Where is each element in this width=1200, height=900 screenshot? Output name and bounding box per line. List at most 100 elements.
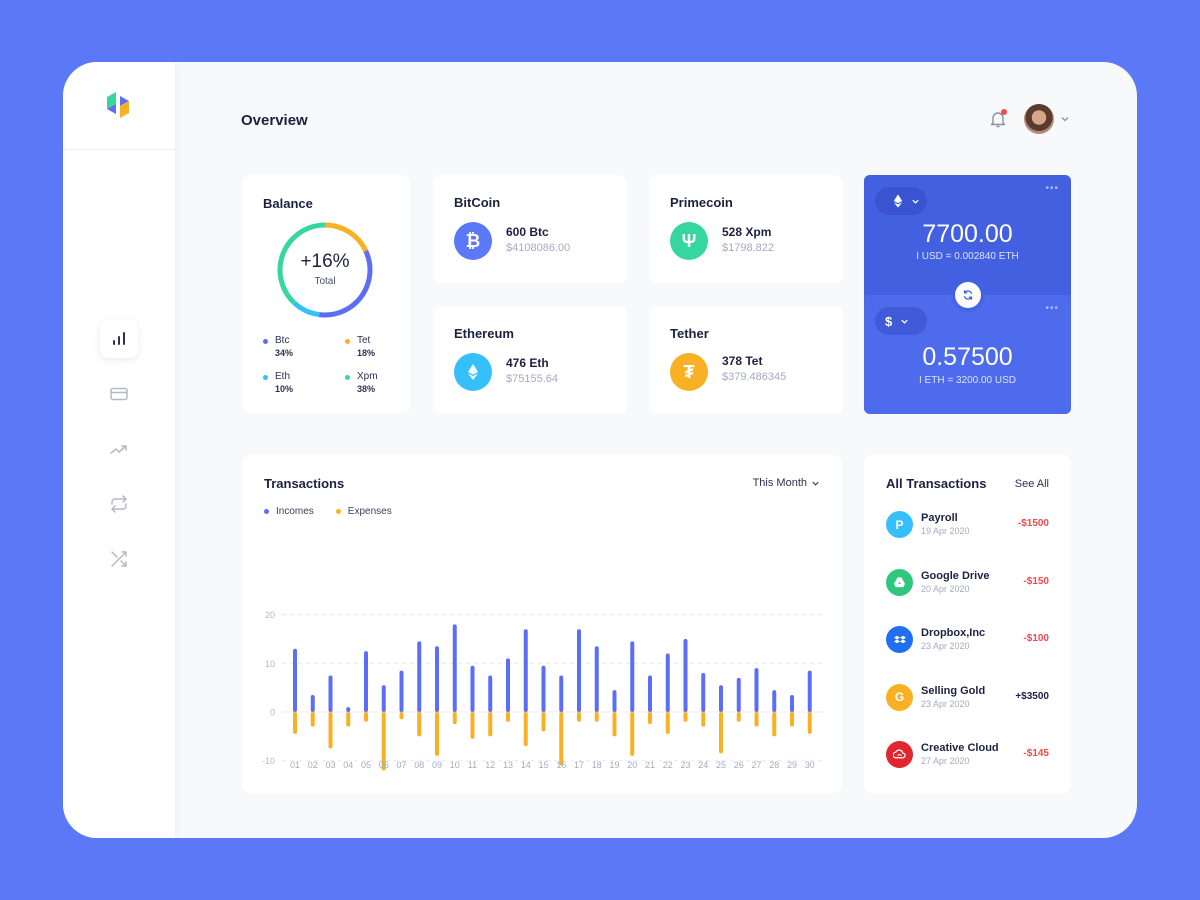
income-bar[interactable] <box>470 665 475 712</box>
income-bar[interactable] <box>328 675 333 712</box>
expense-bar[interactable] <box>736 712 741 722</box>
income-bar[interactable] <box>523 629 528 712</box>
sidebar-item-exchange[interactable] <box>100 485 138 523</box>
income-bar[interactable] <box>364 651 368 712</box>
coin-card-bitcoin[interactable]: BitCoin ₿ 600 Btc $4108086.00 <box>433 175 627 283</box>
expense-bar[interactable] <box>612 712 617 737</box>
expense-bar[interactable] <box>399 712 404 720</box>
income-bar[interactable] <box>381 685 386 712</box>
from-currency-select[interactable] <box>875 187 927 215</box>
expense-bar[interactable] <box>488 712 493 737</box>
expense-bar[interactable] <box>346 712 351 727</box>
sidebar-item-analytics[interactable] <box>100 320 138 358</box>
income-bar[interactable] <box>648 675 652 712</box>
income-bar[interactable] <box>683 638 688 712</box>
income-bar[interactable] <box>754 668 759 712</box>
expense-bar[interactable] <box>293 712 297 734</box>
repeat-icon <box>111 495 127 513</box>
user-menu-chevron-icon[interactable] <box>1060 114 1070 124</box>
see-all-link[interactable]: See All <box>1015 478 1049 490</box>
x-tick-label: 23 <box>680 760 690 770</box>
logo-icon[interactable] <box>101 88 135 122</box>
expense-bar[interactable] <box>541 712 546 732</box>
expense-bar[interactable] <box>452 712 457 725</box>
income-bar[interactable] <box>559 675 564 712</box>
expense-bar[interactable] <box>523 712 528 747</box>
expense-bar[interactable] <box>470 712 475 739</box>
transaction-row[interactable]: P Payroll 19 Apr 2020 -$1500 <box>886 511 1049 569</box>
income-bar[interactable] <box>719 685 723 712</box>
income-bar[interactable] <box>506 658 510 712</box>
sidebar-item-cards[interactable] <box>100 375 138 413</box>
income-bar[interactable] <box>701 673 706 712</box>
to-amount[interactable]: 0.57500 <box>864 343 1071 372</box>
income-bar[interactable] <box>790 694 794 712</box>
income-bar[interactable] <box>772 690 777 712</box>
income-bar[interactable] <box>435 646 439 712</box>
expense-bar[interactable] <box>754 712 759 727</box>
income-bar[interactable] <box>594 646 599 712</box>
expense-bar[interactable] <box>719 712 723 754</box>
income-bar[interactable] <box>293 648 297 712</box>
from-more-button[interactable]: ••• <box>1045 183 1059 194</box>
expense-bar[interactable] <box>665 712 670 734</box>
notifications-button[interactable] <box>988 109 1008 129</box>
expense-bar[interactable] <box>506 712 510 722</box>
sidebar-item-shuffle[interactable] <box>100 540 138 578</box>
expense-bar[interactable] <box>310 712 315 727</box>
period-dropdown[interactable]: This Month <box>753 477 820 489</box>
expense-bar[interactable] <box>577 712 581 722</box>
legend-value: 38% <box>357 384 376 394</box>
legend-name: Eth <box>275 371 291 382</box>
x-tick-label: 05 <box>361 760 371 770</box>
income-bar[interactable] <box>807 670 812 712</box>
x-tick-label: 25 <box>716 760 726 770</box>
transaction-row[interactable]: G Selling Gold 23 Apr 2020 +$3500 <box>886 683 1049 742</box>
expense-bar[interactable] <box>417 712 422 737</box>
income-bar[interactable] <box>577 629 581 712</box>
legend-item-btc: Btc 34% <box>263 335 345 359</box>
income-bar[interactable] <box>541 665 546 712</box>
income-bar[interactable] <box>417 641 422 712</box>
expense-bar[interactable] <box>772 712 777 737</box>
transaction-row[interactable]: Google Drive 20 Apr 2020 -$150 <box>886 568 1049 627</box>
chevron-down-icon <box>812 481 819 486</box>
income-bar[interactable] <box>665 653 670 712</box>
coin-card-primecoin[interactable]: Primecoin Ψ 528 Xpm $1798.822 <box>649 175 843 283</box>
to-more-button[interactable]: ••• <box>1045 303 1059 314</box>
income-bar[interactable] <box>399 670 404 712</box>
expense-bar[interactable] <box>807 712 812 734</box>
transactions-chart-card: 20100-10-2001020304050607080910111213141… <box>242 455 842 793</box>
income-bar[interactable] <box>736 677 741 712</box>
user-avatar[interactable] <box>1024 104 1054 134</box>
legend-item-incomes[interactable]: Incomes <box>264 506 314 517</box>
income-bar[interactable] <box>630 641 635 712</box>
expense-bar[interactable] <box>435 712 439 756</box>
transaction-row[interactable]: Creative Cloud 27 Apr 2020 -$145 <box>886 741 1049 799</box>
expense-bar[interactable] <box>594 712 599 722</box>
income-bar[interactable] <box>310 694 315 712</box>
expense-bar[interactable] <box>630 712 635 756</box>
y-tick-label: 20 <box>265 610 275 620</box>
expense-bar[interactable] <box>790 712 794 727</box>
transaction-row[interactable]: Dropbox,Inc 23 Apr 2020 -$100 <box>886 626 1049 684</box>
page-title: Overview <box>241 112 308 129</box>
expense-bar[interactable] <box>648 712 652 725</box>
expense-bar[interactable] <box>328 712 333 749</box>
from-amount[interactable]: 7700.00 <box>864 220 1071 249</box>
income-bar[interactable] <box>488 675 493 712</box>
income-bar[interactable] <box>452 624 457 712</box>
income-bar[interactable] <box>346 707 351 712</box>
coin-card-ethereum[interactable]: Ethereum 476 Eth $75155.64 <box>433 306 627 414</box>
x-tick-label: 06 <box>379 760 389 770</box>
swap-currency-button[interactable] <box>955 282 981 308</box>
expense-bar[interactable] <box>559 712 564 766</box>
expense-bar[interactable] <box>364 712 368 722</box>
expense-bar[interactable] <box>683 712 688 722</box>
coin-card-tether[interactable]: Tether ₮ 378 Tet $379.486345 <box>649 306 843 414</box>
income-bar[interactable] <box>612 690 617 712</box>
expense-bar[interactable] <box>701 712 706 727</box>
to-currency-select[interactable]: $ <box>875 307 927 335</box>
sidebar-item-trends[interactable] <box>100 430 138 468</box>
legend-item-expenses[interactable]: Expenses <box>335 506 392 517</box>
